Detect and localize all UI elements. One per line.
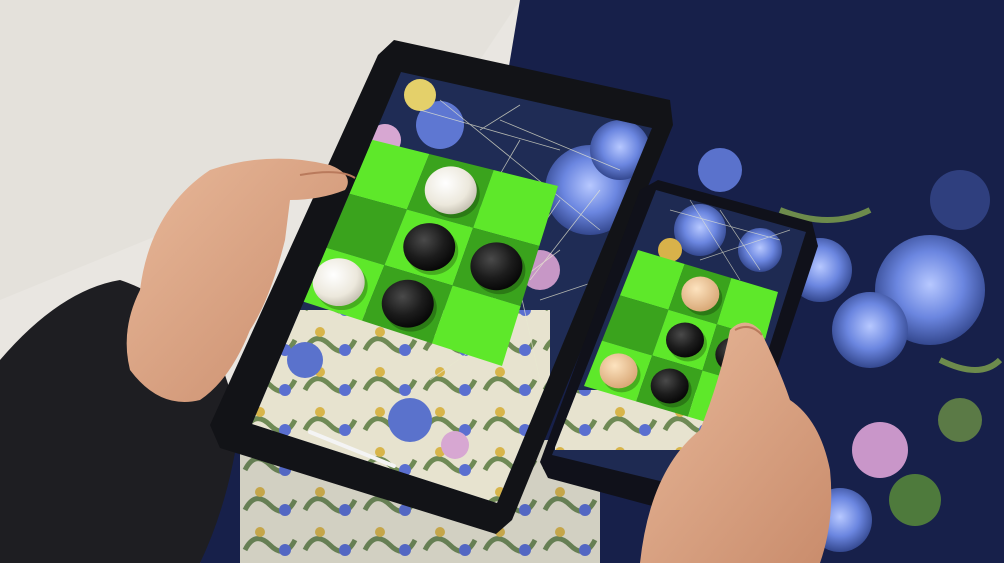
phone-stone-black[interactable]	[650, 368, 689, 404]
tablet-stone-black[interactable]	[403, 223, 456, 271]
phone-stone-tan[interactable]	[681, 276, 720, 312]
tablet-stone-black[interactable]	[381, 279, 434, 328]
tablet-stone-white[interactable]	[424, 166, 477, 215]
phone-stone-black[interactable]	[666, 322, 704, 358]
phone-stone-tan[interactable]	[599, 353, 638, 389]
tablet-stone-black[interactable]	[470, 242, 523, 291]
tablet-stone-white[interactable]	[312, 258, 365, 307]
photo-scene	[0, 0, 1004, 563]
